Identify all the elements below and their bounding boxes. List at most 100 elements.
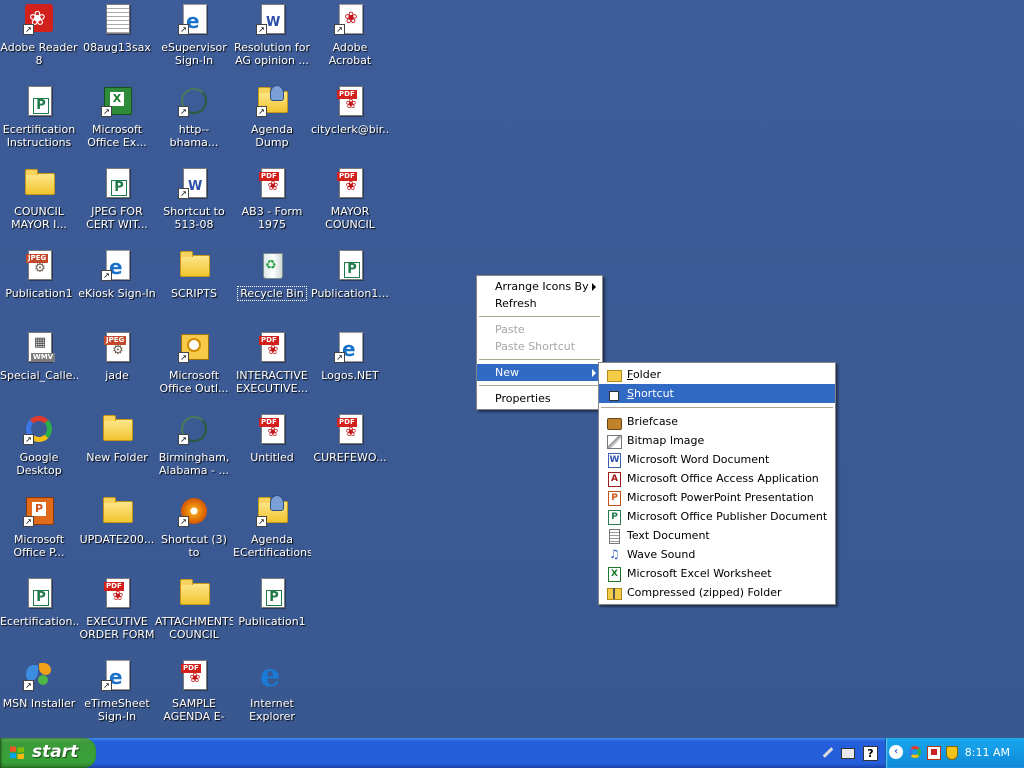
submenu-item-briefcase[interactable]: Briefcase xyxy=(599,412,835,431)
network-icon[interactable] xyxy=(840,745,856,761)
desktop-icon-label: Adobe Acrobat 8 Professional xyxy=(312,41,389,69)
submenu-item-compressed-folder[interactable]: Compressed (zipped) Folder xyxy=(599,583,835,602)
show-hidden-chevron-icon[interactable]: ‹ xyxy=(889,745,905,761)
submenu-item-powerpoint-presentation[interactable]: P Microsoft PowerPoint Presentation xyxy=(599,488,835,507)
desktop-icon-attachments-council[interactable]: ATTACHMENTS COUNCIL xyxy=(155,574,233,654)
desktop-icon-etimesheet-sign-in[interactable]: e ↗ eTimeSheet Sign-In xyxy=(78,656,156,736)
desktop-icon-executive-order-form[interactable]: PDF ❀ EXECUTIVE ORDER FORM xyxy=(78,574,156,654)
desktop-icon-interactive-executive[interactable]: PDF ❀ INTERACTIVE EXECUTIVE... xyxy=(233,328,311,408)
submenu-item-publisher-document[interactable]: P Microsoft Office Publisher Document xyxy=(599,507,835,526)
desktop-icon-rap-mix[interactable]: ↗ Shortcut (3) to RAP MIX RI... xyxy=(155,492,233,572)
access-icon: A xyxy=(607,471,621,487)
publisher-doc-icon: P xyxy=(101,167,133,199)
menu-separator xyxy=(479,359,600,360)
jpeg-image-icon: JPEG ⚙ xyxy=(23,249,55,281)
menu-item-refresh[interactable]: Refresh xyxy=(477,295,602,312)
shortcut-arrow-icon: ↗ xyxy=(256,106,267,117)
desktop-icon-council-mayor[interactable]: COUNCIL MAYOR I... xyxy=(0,164,78,244)
desktop-icon-label: Ecertification... xyxy=(0,615,78,628)
desktop-icon-logos-net[interactable]: e ↗ Logos.NET xyxy=(311,328,389,408)
desktop-icon-agenda-dump-pool[interactable]: ↗ Agenda Dump Pool xyxy=(233,82,311,162)
desktop-icon-update200[interactable]: UPDATE200... xyxy=(78,492,156,572)
desktop-icon-label: JPEG FOR CERT WIT... xyxy=(86,205,148,231)
menu-item-new[interactable]: New xyxy=(477,364,602,381)
media-cd-icon: ↗ xyxy=(178,495,210,527)
desktop-icon-08aug13sax[interactable]: 08aug13sax xyxy=(78,0,156,80)
desktop-icon-google-desktop[interactable]: ↗ Google Desktop xyxy=(0,410,78,490)
publisher-doc-icon: P xyxy=(334,249,366,281)
desktop-icon-sample-agenda[interactable]: PDF❀ SAMPLE AGENDA E-C... xyxy=(155,656,233,736)
pdf-icon: PDF ❀ xyxy=(178,659,210,691)
taskbar-clock[interactable]: 8:11 AM xyxy=(965,746,1010,759)
desktop-icon-adobe-reader-8[interactable]: ❀ ↗ Adobe Reader 8 xyxy=(0,0,78,80)
desktop-icon-msn-installer[interactable]: ↗ MSN Installer xyxy=(0,656,78,736)
desktop-icon-publication1-2[interactable]: P Publication1.... xyxy=(311,246,389,326)
desktop-icon-ms-office-outlook[interactable]: ↗ Microsoft Office Outl... xyxy=(155,328,233,408)
desktop-icon-birmingham-alabama[interactable]: ↗ Birmingham, Alabama - ... xyxy=(155,410,233,490)
desktop-icon-recycle-bin[interactable]: ♻ Recycle Bin xyxy=(233,246,311,326)
word-doc-icon: W ↗ xyxy=(256,3,288,35)
submenu-item-word-document[interactable]: W Microsoft Word Document xyxy=(599,450,835,469)
submenu-item-folder[interactable]: Folder xyxy=(599,365,835,384)
desktop-icon-special-calle[interactable]: WMV ▦ Special_Calle... xyxy=(0,328,78,408)
word-doc-icon: W ↗ xyxy=(178,167,210,199)
menu-item-properties[interactable]: Properties xyxy=(477,390,602,407)
desktop-icon-label: CUREFEWO... xyxy=(313,451,387,464)
help-icon[interactable]: ? xyxy=(862,745,878,761)
desktop-icon-esupervisor-sign-in[interactable]: e ↗ eSupervisor Sign-In xyxy=(155,0,233,80)
mcafee-icon[interactable] xyxy=(926,745,942,761)
start-button[interactable]: start xyxy=(0,738,96,768)
acrobat-icon: ❀ ↗ xyxy=(334,3,366,35)
desktop-icon-ms-office-powerpoint[interactable]: P ↗ Microsoft Office P... xyxy=(0,492,78,572)
submenu-item-shortcut[interactable]: Shortcut xyxy=(599,384,835,403)
desktop-icon-untitled[interactable]: PDF ❀ Untitled xyxy=(233,410,311,490)
folder-icon xyxy=(101,413,133,445)
desktop-icon-mayor-council-ac[interactable]: PDF❀ MAYOR COUNCIL AC... xyxy=(311,164,389,244)
desktop-icon-label: Resolution for AG opinion ... xyxy=(233,41,311,67)
desktop-icon-cityclerk[interactable]: PDF ❀ cityclerk@bir... xyxy=(311,82,389,162)
submenu-item-text-document[interactable]: Text Document xyxy=(599,526,835,545)
desktop-icon-http-bhama[interactable]: ↗ http--bhama... xyxy=(155,82,233,162)
desktop-icon-label: UPDATE200... xyxy=(79,533,155,546)
folder-user-icon: ↗ xyxy=(256,495,288,527)
desktop-icon-ms-office-excel[interactable]: X ↗ Microsoft Office Ex... xyxy=(78,82,156,162)
text-document-icon xyxy=(607,528,621,544)
pen-tablet-icon[interactable] xyxy=(820,745,836,761)
taskbar: start ? ‹ 8:11 AM xyxy=(0,738,1024,768)
desktop-icon-label: Agenda ECertifications xyxy=(233,533,311,559)
wmv-video-icon: WMV ▦ xyxy=(23,331,56,363)
desktop-icon-publication1[interactable]: P Publication1 xyxy=(233,574,311,654)
folder-icon xyxy=(101,495,133,527)
google-desktop-tray-icon[interactable] xyxy=(908,745,924,761)
desktop-icon-resolution-ag-opinion[interactable]: W ↗ Resolution for AG opinion ... xyxy=(233,0,311,80)
desktop-icon-internet-explorer[interactable]: e Internet Explorer xyxy=(233,656,311,736)
submenu-item-bitmap-image[interactable]: Bitmap Image xyxy=(599,431,835,450)
desktop-icon-shortcut-513-08[interactable]: W ↗ Shortcut to 513-08 xyxy=(155,164,233,244)
desktop-icon-publication1-jpeg[interactable]: JPEG ⚙ Publication1 xyxy=(0,246,78,326)
submenu-item-access-application[interactable]: A Microsoft Office Access Application xyxy=(599,469,835,488)
shortcut-arrow-icon: ↗ xyxy=(178,24,189,35)
desktop-icon-agenda-ecertifications[interactable]: ↗ Agenda ECertifications xyxy=(233,492,311,572)
desktop-icon-jpeg-for-cert[interactable]: P JPEG FOR CERT WIT... xyxy=(78,164,156,244)
desktop-context-menu: Arrange Icons By Refresh Paste Paste Sho… xyxy=(476,275,603,410)
desktop-icon-ecertification-2[interactable]: P Ecertification... xyxy=(0,574,78,654)
desktop-icon-ekiosk-sign-in[interactable]: e ↗ eKiosk Sign-In xyxy=(78,246,156,326)
desktop-icon-ecertification-instructions[interactable]: P Ecertification Instructions xyxy=(0,82,78,162)
desktop-icon-scripts[interactable]: SCRIPTS xyxy=(155,246,233,326)
desktop-icon-label: MSN Installer xyxy=(2,697,76,710)
desktop-icon-label: ATTACHMENTS COUNCIL xyxy=(155,615,233,641)
menu-item-arrange-icons-by[interactable]: Arrange Icons By xyxy=(477,278,602,295)
desktop-icon-curefewo[interactable]: PDF ❀ CUREFEWO... xyxy=(311,410,389,490)
pdf-icon: PDF ❀ xyxy=(334,413,366,445)
submenu-item-excel-worksheet[interactable]: X Microsoft Excel Worksheet xyxy=(599,564,835,583)
ie-shortcut-icon: e ↗ xyxy=(178,3,210,35)
shortcut-arrow-icon: ↗ xyxy=(178,434,189,445)
desktop-icon-ab3-form-1975[interactable]: PDF ❀ AB3 - Form 1975 xyxy=(233,164,311,244)
submenu-item-wave-sound[interactable]: ♫ Wave Sound xyxy=(599,545,835,564)
security-shield-icon[interactable] xyxy=(944,745,960,761)
desktop-icon-jade[interactable]: JPEG ⚙ jade xyxy=(78,328,156,408)
desktop-icon-new-folder[interactable]: New Folder xyxy=(78,410,156,490)
briefcase-icon xyxy=(607,414,622,430)
desktop-icon-label: New Folder xyxy=(86,451,148,464)
desktop-icon-adobe-acrobat-8[interactable]: ❀↗ Adobe Acrobat 8 Professional xyxy=(311,0,389,80)
